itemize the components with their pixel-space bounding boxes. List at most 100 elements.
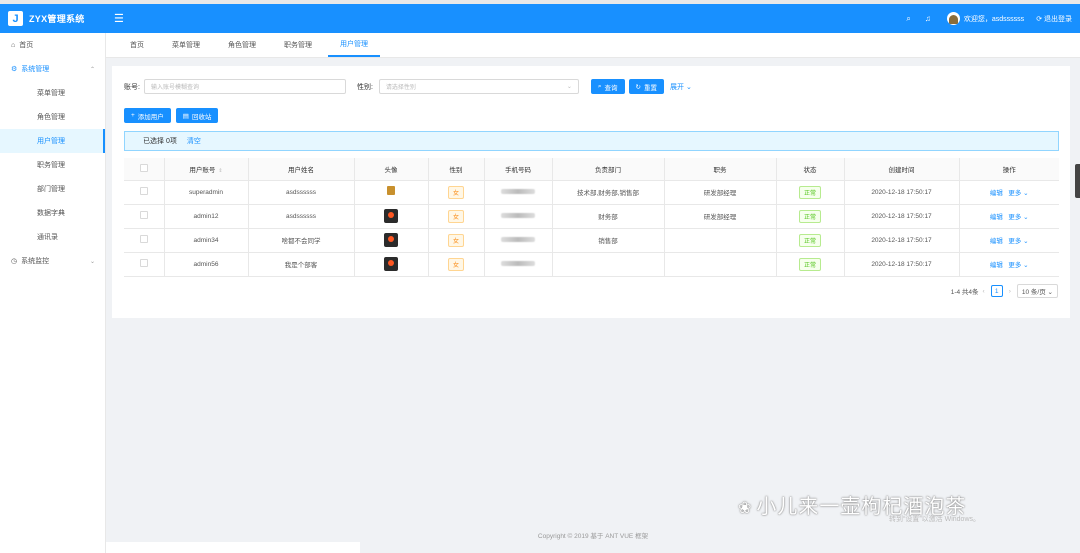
cell-status: 正常 xyxy=(776,180,845,205)
side-drawer-handle[interactable] xyxy=(1075,164,1080,198)
recycle-bin-button[interactable]: ▤ 回收站 xyxy=(175,108,219,123)
cell-dept xyxy=(552,252,665,277)
gear-icon: ⚙ xyxy=(11,66,18,73)
gender-label: 性别: xyxy=(356,83,373,91)
cell-created: 2020-12-18 17:50:17 xyxy=(844,204,960,229)
tab-user[interactable]: 用户管理 xyxy=(328,32,380,57)
edit-link[interactable]: 编辑 xyxy=(990,262,1003,269)
app-header: J ZYX管理系统 ☰ ⌕ ♫ 欢迎您，asdssssss ⟳ 退出登录 xyxy=(0,4,1080,33)
user-avatar-image xyxy=(384,257,398,271)
sidebar-group-system[interactable]: ⚙ 系统管理 ⌃ xyxy=(0,57,105,81)
tab-home[interactable]: 首页 xyxy=(118,32,156,57)
cell-avatar[interactable] xyxy=(354,180,429,205)
selection-alert: 已选择 0项 清空 xyxy=(124,131,1059,151)
search-form: 账号: 输入账号模糊查询 性别: 请选择性别 ⌄ ⌕ 查询 ↻ 重置 展开 ⌄ xyxy=(124,79,692,94)
table-row: admin56 我是个部客 女 正常 2020-12-18 17:50:17 编… xyxy=(124,252,1059,277)
col-job: 职务 xyxy=(664,158,777,181)
chevron-down-icon: ⌄ xyxy=(89,258,95,265)
row-checkbox[interactable] xyxy=(124,252,165,277)
user-avatar-image xyxy=(384,233,398,247)
chevron-up-icon: ⌃ xyxy=(89,66,95,73)
cell-phone xyxy=(484,180,553,205)
logo: J ZYX管理系统 xyxy=(0,4,106,33)
user-table: 用户账号 ⇕ 用户姓名 头像 性别 手机号码 负责部门 职务 状态 创建时间 操作… xyxy=(124,158,1059,277)
more-dropdown[interactable]: 更多 ⌄ xyxy=(1008,262,1028,269)
home-icon: ⌂ xyxy=(11,41,16,49)
redacted-phone xyxy=(501,260,535,266)
sidebar-item-dictionary[interactable]: 数据字典 xyxy=(0,201,105,225)
logout-button[interactable]: ⟳ 退出登录 xyxy=(1036,14,1072,24)
cell-avatar[interactable] xyxy=(354,228,429,253)
next-page-icon[interactable]: › xyxy=(1009,288,1011,295)
cell-phone xyxy=(484,204,553,229)
cell-account: admin34 xyxy=(164,228,249,253)
search-icon[interactable]: ⌕ xyxy=(906,14,910,24)
row-checkbox[interactable] xyxy=(124,228,165,253)
page-size-select[interactable]: 10 条/页 ⌄ xyxy=(1016,284,1058,298)
tab-position[interactable]: 职务管理 xyxy=(272,32,324,57)
cell-name: 我是个部客 xyxy=(248,252,355,277)
cell-avatar[interactable] xyxy=(354,204,429,229)
clear-selection-link[interactable]: 清空 xyxy=(187,136,201,146)
cell-gender: 女 xyxy=(428,204,485,229)
cell-status: 正常 xyxy=(776,252,845,277)
cell-name: 啥都不会同学 xyxy=(248,228,355,253)
chevron-down-icon: ⌄ xyxy=(566,84,572,90)
gender-select[interactable]: 请选择性别 ⌄ xyxy=(378,79,579,94)
redacted-phone xyxy=(501,236,535,242)
selected-count: 已选择 0项 xyxy=(143,138,177,145)
logo-icon: J xyxy=(8,11,23,26)
cell-actions: 编辑 更多 ⌄ xyxy=(959,228,1059,253)
page-1-button[interactable]: 1 xyxy=(990,285,1003,297)
col-phone: 手机号码 xyxy=(484,158,553,181)
menu-fold-icon[interactable]: ☰ xyxy=(114,12,124,25)
toolbar: + 添加用户 ▤ 回收站 xyxy=(124,108,219,123)
col-account[interactable]: 用户账号 ⇕ xyxy=(164,158,249,181)
cell-created: 2020-12-18 17:50:17 xyxy=(844,252,960,277)
query-button[interactable]: ⌕ 查询 xyxy=(590,79,625,94)
cell-gender: 女 xyxy=(428,228,485,253)
avatar[interactable] xyxy=(946,12,960,25)
more-dropdown[interactable]: 更多 ⌄ xyxy=(1008,190,1028,197)
prev-page-icon[interactable]: ‹ xyxy=(983,288,985,295)
search-icon: ⌕ xyxy=(597,82,602,90)
cell-job xyxy=(664,228,777,253)
tab-menu[interactable]: 菜单管理 xyxy=(160,32,212,57)
row-checkbox[interactable] xyxy=(124,204,165,229)
cell-dept: 销售部 xyxy=(552,228,665,253)
sidebar-group-monitor[interactable]: ◷ 系统监控 ⌄ xyxy=(0,249,105,273)
sidebar-item-user[interactable]: 用户管理 xyxy=(0,129,105,153)
edit-link[interactable]: 编辑 xyxy=(990,214,1003,221)
bell-icon[interactable]: ♫ xyxy=(925,14,931,23)
sidebar-item-contacts[interactable]: 通讯录 xyxy=(0,225,105,249)
cell-account: admin12 xyxy=(164,204,249,229)
add-user-button[interactable]: + 添加用户 xyxy=(124,108,171,123)
user-management-card: 账号: 输入账号模糊查询 性别: 请选择性别 ⌄ ⌕ 查询 ↻ 重置 展开 ⌄ + 添加… xyxy=(112,66,1070,318)
cell-avatar[interactable] xyxy=(354,252,429,277)
welcome-text[interactable]: 欢迎您，asdssssss xyxy=(964,14,1024,24)
user-avatar-image xyxy=(384,209,398,223)
sidebar-item-home[interactable]: ⌂ 首页 xyxy=(0,33,105,57)
expand-link[interactable]: 展开 ⌄ xyxy=(670,82,692,92)
wechat-icon: ❀ xyxy=(738,498,753,517)
more-dropdown[interactable]: 更多 ⌄ xyxy=(1008,238,1028,245)
col-status: 状态 xyxy=(776,158,845,181)
windows-activation-notice: 转到“设置”以激活 Windows。 xyxy=(889,516,981,523)
tab-role[interactable]: 角色管理 xyxy=(216,32,268,57)
sidebar-item-position[interactable]: 职务管理 xyxy=(0,153,105,177)
sidebar-item-role[interactable]: 角色管理 xyxy=(0,105,105,129)
account-input[interactable]: 输入账号模糊查询 xyxy=(143,79,346,94)
sidebar-item-menu[interactable]: 菜单管理 xyxy=(0,81,105,105)
row-checkbox[interactable] xyxy=(124,180,165,205)
more-dropdown[interactable]: 更多 ⌄ xyxy=(1008,214,1028,221)
user-avatar-image xyxy=(384,185,398,199)
redacted-phone xyxy=(501,188,535,194)
edit-link[interactable]: 编辑 xyxy=(990,190,1003,197)
sidebar-item-department[interactable]: 部门管理 xyxy=(0,177,105,201)
edit-link[interactable]: 编辑 xyxy=(990,238,1003,245)
reset-button[interactable]: ↻ 重置 xyxy=(628,79,664,94)
cell-actions: 编辑 更多 ⌄ xyxy=(959,252,1059,277)
cell-job: 研发部经理 xyxy=(664,180,777,205)
select-all-checkbox[interactable] xyxy=(124,158,165,181)
cell-created: 2020-12-18 17:50:17 xyxy=(844,228,960,253)
